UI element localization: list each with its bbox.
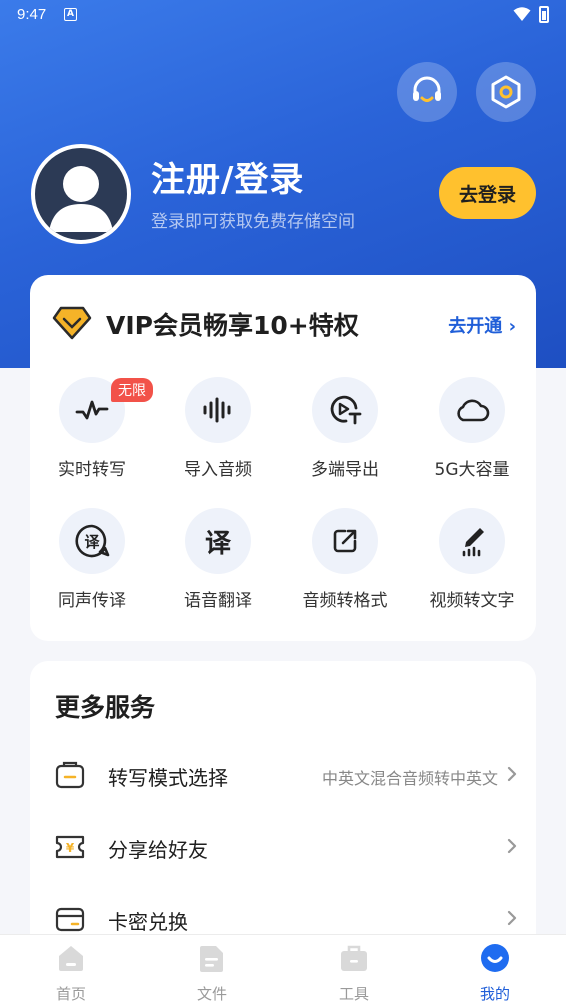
unlimited-badge: 无限: [111, 378, 153, 402]
service-row-share[interactable]: ¥ 分享给好友: [30, 823, 536, 871]
vip-diamond-icon: [52, 306, 92, 340]
export-screen-icon: [330, 395, 362, 425]
nav-label: 工具: [338, 985, 369, 1003]
service-label: 卡密兑换: [108, 910, 188, 934]
nav-label: 首页: [55, 985, 86, 1003]
hexagon-settings-icon: [491, 75, 521, 109]
convert-format-icon: [333, 529, 357, 553]
bottom-nav: 首页 文件 工具 我的: [0, 934, 566, 1008]
notification-icon: A: [64, 8, 77, 21]
status-time: 9:47: [17, 6, 47, 23]
avatar[interactable]: [31, 144, 131, 244]
feature-label: 5G大容量: [434, 460, 510, 480]
nav-tools[interactable]: 工具: [314, 943, 394, 1004]
feature-import-audio[interactable]: 导入音频: [158, 377, 278, 480]
file-icon: [200, 946, 223, 972]
nav-label: 我的: [479, 985, 510, 1003]
feature-5g-storage[interactable]: 5G大容量: [412, 377, 532, 480]
feature-label: 视频转文字: [429, 591, 515, 611]
feature-voice-translate[interactable]: 译 语音翻译: [158, 508, 278, 611]
service-label: 转写模式选择: [108, 766, 228, 790]
chevron-right-icon: [507, 838, 517, 854]
feature-label: 实时转写: [58, 460, 126, 480]
share-ticket-icon: ¥: [55, 835, 85, 859]
feature-audio-convert[interactable]: 音频转格式: [285, 508, 405, 611]
video-to-text-icon: [462, 528, 484, 557]
svg-text:¥: ¥: [66, 841, 75, 855]
login-button[interactable]: 去登录: [439, 167, 536, 219]
headset-icon: [413, 76, 441, 102]
feature-label: 导入音频: [184, 460, 252, 480]
login-title[interactable]: 注册/登录: [151, 152, 304, 201]
vip-title: VIP会员畅享10+特权: [106, 311, 359, 340]
default-avatar-icon: [49, 166, 113, 232]
home-icon: [59, 946, 83, 971]
feature-label: 音频转格式: [302, 591, 388, 611]
cloud-icon: [457, 399, 490, 422]
translate-icon: 译: [204, 528, 231, 559]
chevron-right-icon: ›: [508, 316, 516, 337]
battery-icon: [539, 6, 549, 23]
status-bar: 9:47 A: [0, 0, 566, 30]
card-icon: [55, 907, 85, 932]
service-row-transcribe-mode[interactable]: 转写模式选择 中英文混合音频转中英文: [30, 751, 536, 799]
feature-label: 多端导出: [311, 460, 379, 480]
chevron-right-icon: [507, 910, 517, 926]
feature-simultaneous-interpret[interactable]: 译 同声传译: [32, 508, 152, 611]
waveform-icon: [75, 400, 109, 420]
feature-label: 同声传译: [58, 591, 126, 611]
vip-open-label: 去开通: [448, 316, 503, 337]
profile-smile-icon: [481, 944, 509, 972]
audio-bars-icon: [203, 397, 231, 423]
svg-text:译: 译: [84, 533, 100, 551]
service-value: 中英文混合音频转中英文: [321, 769, 498, 788]
login-subtitle: 登录即可获取免费存储空间: [151, 212, 355, 232]
toolbox-icon: [341, 945, 367, 971]
vip-open-link[interactable]: 去开通 ›: [448, 312, 516, 338]
nav-files[interactable]: 文件: [172, 943, 252, 1004]
service-label: 分享给好友: [108, 838, 208, 862]
vip-card: VIP会员畅享10+特权 去开通 › 实时转写 无限 导入音频 多端导出 5G大…: [30, 275, 536, 641]
nav-mine[interactable]: 我的: [455, 943, 535, 1004]
wifi-icon: [513, 7, 531, 21]
nav-home[interactable]: 首页: [31, 943, 111, 1004]
interpret-bubble-icon: 译: [75, 524, 110, 558]
more-services-card: 更多服务 转写模式选择 中英文混合音频转中英文 ¥ 分享给好友 卡密兑换: [30, 661, 536, 961]
mode-select-icon: [55, 761, 85, 789]
settings-button[interactable]: [476, 62, 536, 122]
nav-label: 文件: [196, 985, 227, 1003]
feature-label: 语音翻译: [184, 591, 252, 611]
chevron-right-icon: [507, 766, 517, 782]
customer-support-button[interactable]: [397, 62, 457, 122]
feature-multi-export[interactable]: 多端导出: [285, 377, 405, 480]
services-title: 更多服务: [55, 693, 156, 722]
feature-video-to-text[interactable]: 视频转文字: [412, 508, 532, 611]
